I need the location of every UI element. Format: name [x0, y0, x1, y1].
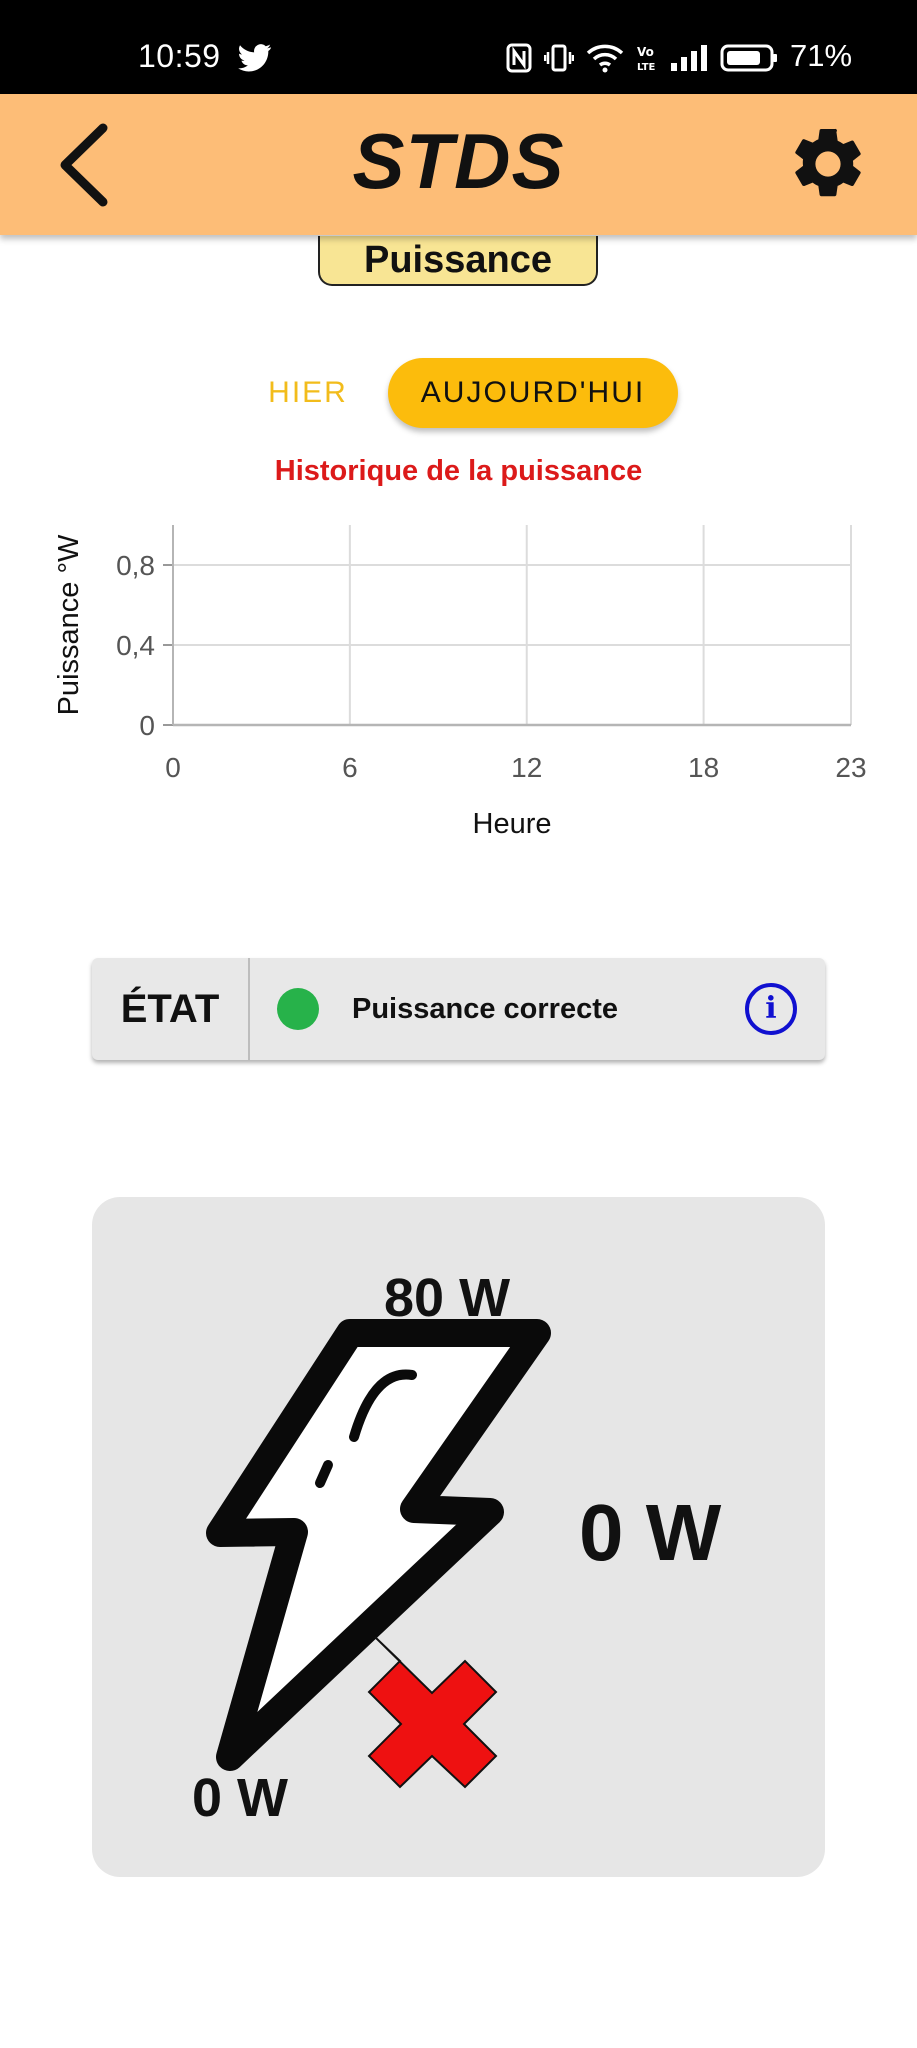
status-time: 10:59	[138, 38, 221, 74]
battery-percentage: 71%	[790, 38, 853, 73]
svg-text:Vo: Vo	[637, 45, 654, 59]
y-tick-label: 0,8	[116, 550, 155, 581]
status-indicator-dot	[277, 988, 319, 1030]
x-tick-label: 18	[688, 752, 719, 783]
info-icon[interactable]: i	[745, 983, 797, 1035]
status-icons: Vo LTE	[506, 40, 778, 76]
x-tick-label: 0	[165, 752, 181, 783]
power-flow-card: 80 W 0 W 0 W	[92, 1197, 825, 1877]
x-tick-label: 23	[835, 752, 866, 783]
today-button[interactable]: AUJOURD'HUI	[388, 358, 678, 428]
nfc-icon	[506, 43, 532, 73]
wifi-icon	[586, 44, 624, 73]
battery-icon	[720, 44, 777, 72]
x-axis-label: Heure	[473, 808, 552, 840]
state-label: ÉTAT	[92, 958, 250, 1060]
status-bar: 10:59 Vo LTE 71%	[0, 0, 917, 94]
y-axis-label: Puissance °W	[53, 534, 85, 715]
gear-icon	[795, 128, 861, 197]
settings-button[interactable]	[780, 116, 876, 212]
power-top-value: 80 W	[384, 1268, 511, 1328]
x-tick-label: 6	[342, 752, 358, 783]
yesterday-button[interactable]: HIER	[256, 358, 360, 428]
x-tick-label: 12	[511, 752, 542, 783]
y-tick-label: 0,4	[116, 630, 155, 661]
state-card: ÉTAT Puissance correcte i	[92, 958, 825, 1060]
status-text: Puissance correcte	[352, 993, 618, 1025]
day-toggle: HIER AUJOURD'HUI	[0, 358, 917, 428]
volte-icon: Vo LTE	[637, 45, 656, 73]
power-bottom-value: 0 W	[192, 1768, 289, 1828]
power-right-value: 0 W	[579, 1488, 722, 1577]
twitter-icon	[238, 44, 272, 72]
y-tick-label: 0	[139, 710, 155, 741]
chart-plot: 0 6 12 18 23 0 0,4 0,8 Heure Puissance °W	[53, 525, 867, 840]
signal-icon	[671, 45, 707, 71]
svg-text:LTE: LTE	[637, 62, 656, 73]
power-history-chart: Historique de la puissance 0 6 12 18 23 0 0,4 0…	[0, 455, 917, 855]
page-label: Puissance	[318, 236, 598, 286]
app-bar: STDS	[0, 94, 917, 235]
vibrate-icon	[544, 44, 574, 72]
